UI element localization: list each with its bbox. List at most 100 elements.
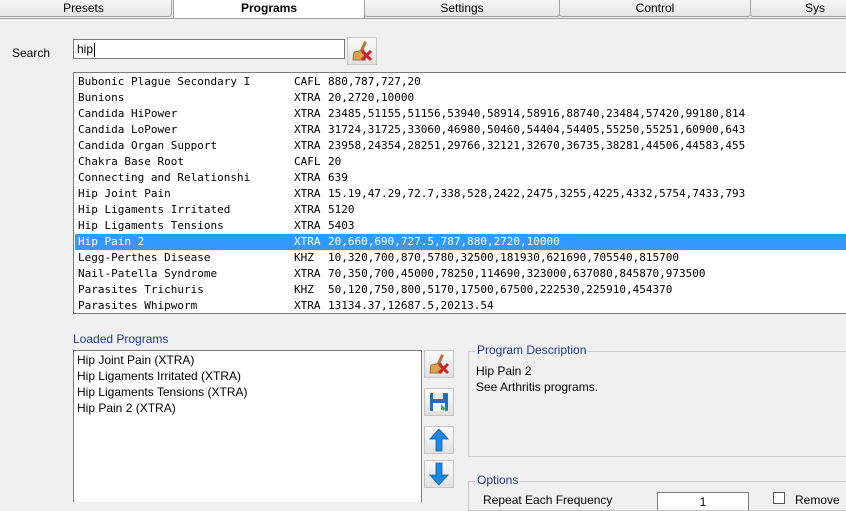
move-up-button[interactable]: [424, 426, 454, 454]
search-label: Search: [12, 46, 51, 60]
loaded-programs-label: Loaded Programs: [73, 332, 169, 346]
program-type: CAFL: [294, 75, 321, 88]
program-row[interactable]: Nail-Patella Syndrome XTRA 70,350,700,4500…: [75, 266, 846, 282]
loaded-program-item[interactable]: Hip Ligaments Tensions (XTRA): [77, 384, 248, 400]
program-type: XTRA: [294, 299, 321, 312]
program-frequencies: 20: [328, 155, 342, 168]
program-frequencies: 10,320,700,870,5780,32500,181930,621690,…: [328, 251, 679, 264]
program-frequencies: 13134.37,12687.5,20213.54: [328, 299, 494, 312]
program-list[interactable]: Bubonic Plague Secondary I CAFL 880,787,72…: [73, 72, 846, 314]
program-frequencies: 31724,31725,33060,46980,50460,54404,5440…: [328, 123, 746, 136]
search-input[interactable]: hip: [73, 39, 345, 59]
tab-control[interactable]: Control: [559, 0, 751, 17]
tab-label: Presets: [63, 1, 104, 15]
tab-label: Settings: [440, 1, 484, 15]
program-frequencies: 5403: [328, 219, 355, 232]
options-title: Options: [475, 473, 521, 487]
program-name: Chakra Base Root: [78, 155, 184, 168]
program-row[interactable]: Hip Ligaments Irritated XTRA 5120: [75, 202, 846, 218]
program-type: XTRA: [294, 203, 321, 216]
program-name: Parasites Trichuris: [78, 283, 204, 296]
loaded-program-item[interactable]: Hip Pain 2 (XTRA): [77, 400, 176, 416]
search-value: hip: [77, 42, 94, 56]
repeat-frequency-value: 1: [699, 495, 707, 509]
program-row[interactable]: Chakra Base Root CAFL 20: [75, 154, 846, 170]
program-row[interactable]: Hip Joint Pain XTRA 15.19,47.29,72.7,338,5…: [75, 186, 846, 202]
tab-label: Sys: [804, 1, 825, 15]
move-down-button[interactable]: [424, 460, 454, 488]
program-name: Hip Joint Pain: [78, 187, 171, 200]
floppy-save-icon: [430, 393, 448, 411]
loaded-program-item[interactable]: Hip Joint Pain (XTRA): [77, 352, 194, 368]
arrow-down-icon: [429, 462, 449, 486]
program-name: Hip Pain 2: [78, 235, 145, 248]
program-frequencies: 70,350,700,45000,78250,114690,323000,637…: [328, 267, 706, 280]
repeat-frequency-label: Repeat Each Frequency: [483, 493, 613, 507]
program-row[interactable]: Candida HiPower XTRA 23485,51155,51156,539…: [75, 106, 846, 122]
repeat-frequency-stepper[interactable]: 1: [657, 492, 749, 510]
broom-clear-icon: [352, 41, 373, 62]
program-row[interactable]: Hip Ligaments Tensions XTRA 5403: [75, 218, 846, 234]
program-type: XTRA: [294, 123, 321, 136]
broom-clear-icon: [429, 354, 450, 375]
tab-system[interactable]: Sys: [750, 0, 846, 17]
tab-label: Programs: [240, 1, 298, 15]
program-frequencies: 23958,24354,28251,29766,32121,32670,3673…: [328, 139, 746, 152]
program-frequencies: 5120: [328, 203, 355, 216]
program-row[interactable]: Candida Organ Support XTRA 23958,24354,282…: [75, 138, 846, 154]
program-row[interactable]: Bubonic Plague Secondary I CAFL 880,787,72…: [75, 74, 846, 90]
program-type: XTRA: [294, 187, 321, 200]
program-type: XTRA: [294, 91, 321, 104]
program-type: XTRA: [294, 107, 321, 120]
program-description-group: Program Description Hip Pain 2 See Arthr…: [468, 343, 846, 457]
program-name: Hip Ligaments Tensions: [78, 219, 224, 232]
program-frequencies: 15.19,47.29,72.7,338,528,2422,2475,3255,…: [328, 187, 746, 200]
program-row[interactable]: Bunions XTRA 20,2720,10000: [75, 90, 846, 106]
program-frequencies: 50,120,750,800,5170,17500,67500,222530,2…: [328, 283, 673, 296]
program-row[interactable]: Hip Pain 2 XTRA 20,660,690,727.5,787,880,2…: [75, 234, 846, 250]
program-row[interactable]: Parasites Whipworm XTRA 13134.37,12687.5,2…: [75, 298, 846, 313]
program-frequencies: 23485,51155,51156,53940,58914,58916,8874…: [328, 107, 746, 120]
program-name: Candida LoPower: [78, 123, 178, 136]
remove-label: Remove: [795, 493, 840, 507]
program-name: Parasites Whipworm: [78, 299, 198, 312]
program-name: Candida Organ Support: [78, 139, 218, 152]
arrow-up-icon: [429, 428, 449, 452]
tab-programs[interactable]: Programs: [173, 0, 365, 18]
loaded-programs-list[interactable]: Hip Joint Pain (XTRA) Hip Ligaments Irrit…: [73, 350, 422, 502]
loaded-program-item[interactable]: Hip Ligaments Irritated (XTRA): [77, 368, 241, 384]
description-name: Hip Pain 2: [476, 364, 532, 378]
options-group: Options Repeat Each Frequency 1 Remove: [468, 473, 846, 511]
program-row[interactable]: Parasites Trichuris KHZ 50,120,750,800,517…: [75, 282, 846, 298]
program-frequencies: 880,787,727,20: [328, 75, 421, 88]
tab-bar: Presets Programs Settings Control Sys: [0, 0, 846, 19]
program-name: Hip Ligaments Irritated: [78, 203, 231, 216]
tab-presets[interactable]: Presets: [0, 0, 172, 17]
program-type: XTRA: [294, 235, 321, 248]
clear-loaded-button[interactable]: [424, 350, 454, 378]
program-type: KHZ: [294, 283, 314, 296]
program-name: Legg-Perthes Disease: [78, 251, 211, 264]
program-name: Bunions: [78, 91, 125, 104]
clear-search-button[interactable]: [347, 37, 377, 65]
save-button[interactable]: [424, 388, 454, 416]
program-frequencies: 20,2720,10000: [328, 91, 415, 104]
tab-label: Control: [635, 1, 675, 15]
program-row[interactable]: Candida LoPower XTRA 31724,31725,33060,469…: [75, 122, 846, 138]
program-frequencies: 639: [328, 171, 348, 184]
tab-settings[interactable]: Settings: [364, 0, 560, 17]
program-name: Bubonic Plague Secondary I: [78, 75, 251, 88]
program-type: KHZ: [294, 251, 314, 264]
program-frequencies: 20,660,690,727.5,787,880,2720,10000: [328, 235, 560, 248]
remove-checkbox[interactable]: [773, 492, 785, 504]
program-name: Nail-Patella Syndrome: [78, 267, 218, 280]
program-row[interactable]: Connecting and Relationshi XTRA 639: [75, 170, 846, 186]
program-name: Candida HiPower: [78, 107, 178, 120]
program-type: XTRA: [294, 219, 321, 232]
program-row[interactable]: Legg-Perthes Disease KHZ 10,320,700,870,57…: [75, 250, 846, 266]
program-type: XTRA: [294, 171, 321, 184]
program-type: CAFL: [294, 155, 321, 168]
program-name: Connecting and Relationshi: [78, 171, 251, 184]
program-type: XTRA: [294, 139, 321, 152]
program-description-title: Program Description: [475, 343, 589, 357]
